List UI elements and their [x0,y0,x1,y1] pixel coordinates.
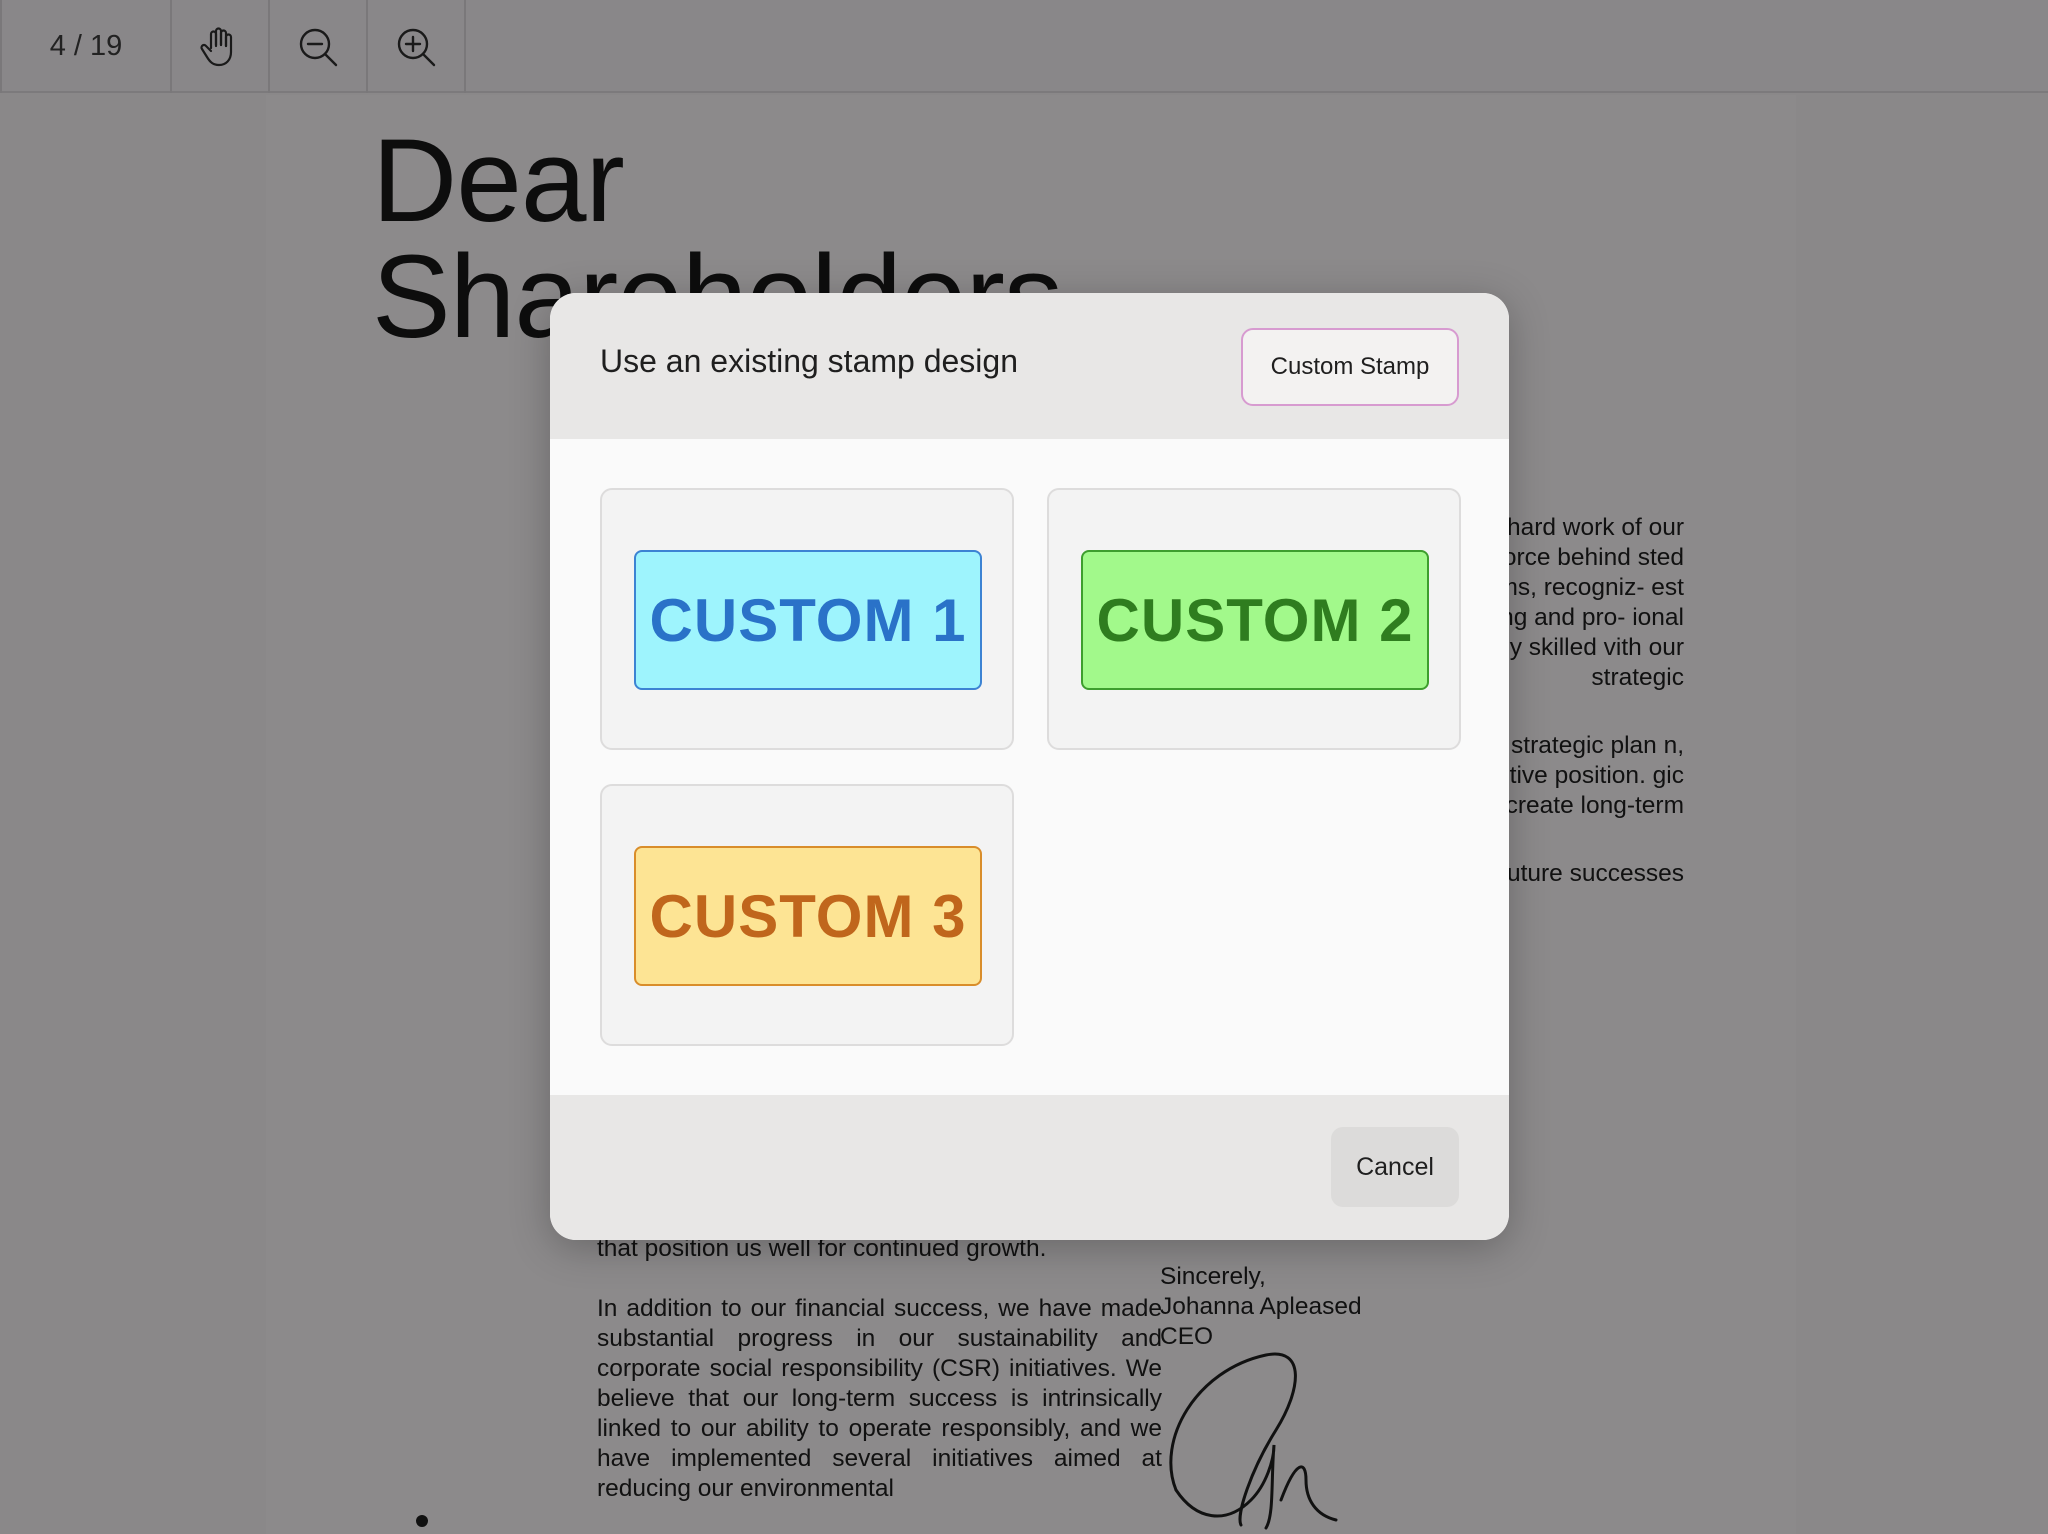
stamp-card-custom-3[interactable]: CUSTOM 3 [600,784,1014,1046]
dialog-header: Use an existing stamp design Custom Stam… [550,293,1509,439]
stamp-card-custom-1[interactable]: CUSTOM 1 [600,488,1014,750]
stamp-picker-dialog: Use an existing stamp design Custom Stam… [550,293,1509,1240]
dialog-footer: Cancel [550,1095,1509,1240]
stamp-grid: CUSTOM 1 CUSTOM 2 CUSTOM 3 [550,439,1509,1095]
dialog-title: Use an existing stamp design [600,343,1018,379]
cancel-button[interactable]: Cancel [1331,1127,1459,1207]
stamp-preview: CUSTOM 2 [1081,550,1429,690]
modal-backdrop: Use an existing stamp design Custom Stam… [0,0,2048,1534]
custom-stamp-button[interactable]: Custom Stamp [1241,328,1459,406]
stamp-card-custom-2[interactable]: CUSTOM 2 [1047,488,1461,750]
stamp-preview: CUSTOM 3 [634,846,982,986]
stamp-preview: CUSTOM 1 [634,550,982,690]
